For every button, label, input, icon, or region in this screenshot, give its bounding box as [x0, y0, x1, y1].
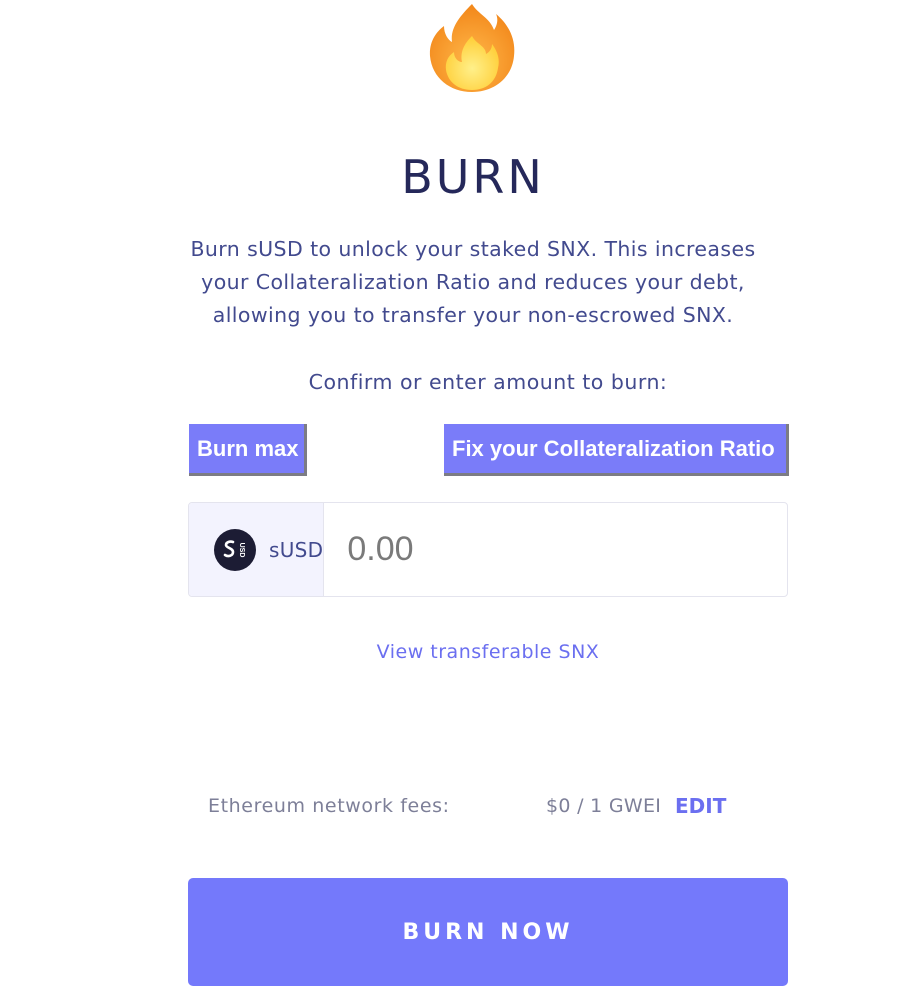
- amount-input-group: USD sUSD: [188, 502, 788, 597]
- amount-prompt: Confirm or enter amount to burn:: [308, 370, 668, 394]
- edit-fees-button[interactable]: EDIT: [675, 794, 726, 818]
- currency-label: sUSD: [269, 537, 324, 562]
- description: Burn sUSD to unlock your staked SNX. Thi…: [170, 233, 776, 332]
- susd-token-icon: USD: [214, 528, 256, 571]
- description-line: your Collateralization Ratio and reduces…: [201, 270, 745, 294]
- description-line: allowing you to transfer your non-escrow…: [212, 303, 734, 327]
- fees-label: Ethereum network fees:: [208, 795, 450, 817]
- burn-now-button[interactable]: BURN NOW: [188, 878, 788, 986]
- view-transferable-link[interactable]: View transferable SNX: [188, 641, 788, 663]
- fire-icon: [429, 4, 515, 92]
- description-line: Burn sUSD to unlock your staked SNX. Thi…: [190, 237, 756, 261]
- currency-selector: USD sUSD: [189, 503, 325, 596]
- page-title: BURN: [401, 150, 545, 204]
- burn-page: BURN Burn sUSD to unlock your staked SNX…: [0, 0, 919, 1003]
- burn-max-button[interactable]: Burn max: [189, 424, 307, 476]
- fees-value: $0 / 1 GWEI: [546, 795, 662, 817]
- svg-text:USD: USD: [238, 542, 245, 557]
- amount-input[interactable]: [324, 503, 787, 596]
- fix-ratio-button[interactable]: Fix your Collateralization Ratio: [444, 424, 789, 476]
